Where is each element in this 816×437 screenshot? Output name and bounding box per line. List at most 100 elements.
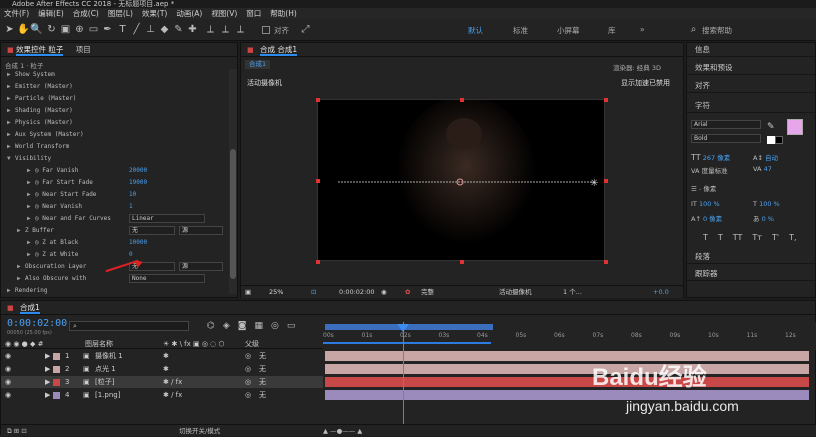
effect-row-value[interactable]: 1	[129, 201, 133, 213]
expand-closed-icon[interactable]: ▶	[45, 389, 50, 401]
scroll-thumb[interactable]	[230, 149, 236, 279]
font-size-value[interactable]: 267 像素	[703, 154, 730, 162]
menu-item-2[interactable]: 合成(C)	[73, 8, 99, 19]
mask-rect-icon[interactable]: ▭	[88, 24, 99, 35]
expand-closed-icon[interactable]: ▶	[45, 376, 50, 388]
roto-brush-icon[interactable]: ✎	[173, 24, 184, 35]
effect-row[interactable]: ▶ Also Obscure with None	[1, 273, 229, 285]
selection-tool-icon[interactable]: ➤	[4, 24, 15, 35]
tab-effect-controls[interactable]: 效果控件 粒子	[16, 45, 64, 56]
transform-handle[interactable]	[460, 260, 464, 264]
expand-closed-icon[interactable]: ▶	[45, 350, 50, 362]
camera-view-dropdown[interactable]: 活动摄像机	[499, 286, 532, 299]
layer-name[interactable]: [1.png]	[95, 389, 120, 401]
leading-value[interactable]: 自动	[765, 154, 778, 162]
layer-name[interactable]: 摄像机 1	[95, 350, 123, 362]
current-time[interactable]: 0:00:02:00	[339, 286, 375, 299]
character-panel-tab[interactable]: 字符	[687, 99, 815, 113]
expand-closed-icon[interactable]: ▶	[27, 201, 35, 213]
type-style-button[interactable]: T,	[789, 233, 796, 242]
view-axis-icon[interactable]: ⟂	[235, 24, 246, 35]
align-panel-tab[interactable]: 对齐	[687, 79, 815, 93]
layer-switch-icons[interactable]: ✱ / fx	[163, 376, 182, 388]
parent-pickwhip-icon[interactable]: ◎	[245, 363, 251, 375]
text-tool-icon[interactable]: T	[117, 24, 128, 35]
snapshot-icon[interactable]: ◉	[381, 286, 387, 299]
transform-handle[interactable]	[316, 98, 320, 102]
layer-switch-icons[interactable]: ✱	[163, 350, 169, 362]
expand-closed-icon[interactable]: ▶	[27, 165, 35, 177]
eraser-tool-icon[interactable]: ◆	[159, 24, 170, 35]
comp-breadcrumb[interactable]: 合成1	[245, 60, 271, 69]
baseline-value[interactable]: 0 像素	[703, 215, 722, 223]
effect-row[interactable]: ▶ Particle (Master)	[1, 93, 229, 105]
layer-label-color[interactable]	[53, 379, 60, 386]
tab-timeline-comp[interactable]: 合成1	[20, 303, 40, 314]
shy-icon[interactable]: ◙	[238, 321, 247, 331]
workspace-small-screen[interactable]: 小屏幕	[557, 25, 580, 36]
expand-closed-icon[interactable]: ▶	[27, 189, 35, 201]
motion-blur-icon[interactable]: ◎	[271, 321, 279, 331]
effect-row-value[interactable]: 19000	[129, 177, 147, 189]
kerning-value[interactable]: 度量标准	[702, 167, 728, 175]
eyedropper-icon[interactable]: ✎	[767, 122, 775, 132]
expand-closed-icon[interactable]: ▶	[17, 273, 25, 285]
effect-row[interactable]: ▶ ◷ Z at White 0	[1, 249, 229, 261]
hscale-value[interactable]: 100 %	[759, 200, 780, 208]
playhead-handle[interactable]	[397, 324, 409, 332]
effect-row-value[interactable]: 10	[129, 189, 136, 201]
layer-row[interactable]: ◉ ▶ 3 ▣ [粒子] ✱ / fx ◎ 无	[1, 376, 323, 388]
parent-pickwhip-icon[interactable]: ◎	[245, 389, 251, 401]
parent-dropdown[interactable]: 无	[259, 363, 266, 375]
expand-open-icon[interactable]: ▼	[7, 153, 15, 165]
draft-3d-icon[interactable]: ◈	[223, 321, 230, 331]
quality-dropdown[interactable]: 完整	[421, 286, 434, 299]
expand-closed-icon[interactable]: ▶	[7, 105, 15, 117]
layer-label-color[interactable]	[53, 392, 60, 399]
effects-scrollbar[interactable]	[229, 69, 237, 294]
expand-closed-icon[interactable]: ▶	[27, 237, 35, 249]
menu-item-4[interactable]: 效果(T)	[142, 8, 167, 19]
layer-name-header[interactable]: 图层名称	[85, 339, 113, 349]
effect-row-value[interactable]: 0	[129, 249, 133, 261]
menu-item-6[interactable]: 视图(V)	[211, 8, 237, 19]
layer-switch-icons[interactable]: ✱	[163, 363, 169, 375]
tracker-panel-tab[interactable]: 跟踪器	[687, 267, 815, 281]
toggle-switches-modes[interactable]: 切换开关/模式	[179, 425, 220, 437]
transform-handle[interactable]	[604, 179, 608, 183]
fit-icon[interactable]: ⊡	[311, 286, 316, 299]
transform-handle[interactable]	[460, 98, 464, 102]
layer-search-input[interactable]: ⌕	[69, 321, 189, 331]
panel-close-icon[interactable]: ■	[7, 304, 14, 312]
effect-row[interactable]: ▶ Emitter (Master)	[1, 81, 229, 93]
menu-item-0[interactable]: 文件(F)	[4, 8, 29, 19]
effect-row[interactable]: ▶ Shading (Master)	[1, 105, 229, 117]
effect-row[interactable]: ▶ Aux System (Master)	[1, 129, 229, 141]
zoom-dropdown[interactable]: 25%	[269, 286, 283, 299]
zoom-slider-icon[interactable]: ▲ —●—— ▲	[323, 425, 362, 437]
expand-closed-icon[interactable]: ▶	[7, 117, 15, 129]
view-layout-dropdown[interactable]: 1 个...	[563, 286, 582, 299]
transform-handle[interactable]	[604, 260, 608, 264]
visibility-eye-icon[interactable]: ◉	[5, 350, 11, 362]
effect-row-dropdown-source[interactable]: 源	[179, 262, 223, 271]
footer-toggle-icons[interactable]: ⧉ ⊞ ⊡	[7, 425, 27, 437]
menu-item-8[interactable]: 帮助(H)	[270, 8, 297, 19]
align-checkbox[interactable]	[262, 26, 270, 34]
composition-viewer[interactable]: ✳	[317, 99, 605, 261]
black-swatch[interactable]	[775, 136, 783, 144]
renderer-value[interactable]: 经典 3D	[637, 64, 661, 72]
layer-row[interactable]: ◉ ▶ 4 ▣ [1.png] ✱ / fx ◎ 无	[1, 389, 323, 401]
layer-row[interactable]: ◉ ▶ 1 ▣ 摄像机 1 ✱ ◎ 无	[1, 350, 323, 362]
timeline-current-time[interactable]: 0:00:02:00	[7, 318, 67, 329]
layer-row[interactable]: ◉ ▶ 2 ▣ 点光 1 ✱ ◎ 无	[1, 363, 323, 375]
layer-label-color[interactable]	[53, 366, 60, 373]
graph-editor-icon[interactable]: ▭	[287, 321, 296, 331]
type-style-button[interactable]: TT	[733, 233, 743, 242]
expand-closed-icon[interactable]: ▶	[7, 141, 15, 153]
expand-closed-icon[interactable]: ▶	[7, 93, 15, 105]
expand-closed-icon[interactable]: ▶	[7, 81, 15, 93]
frame-blend-icon[interactable]: ▦	[255, 321, 264, 331]
transform-handle[interactable]	[316, 179, 320, 183]
effect-row-dropdown[interactable]: None	[129, 274, 205, 283]
